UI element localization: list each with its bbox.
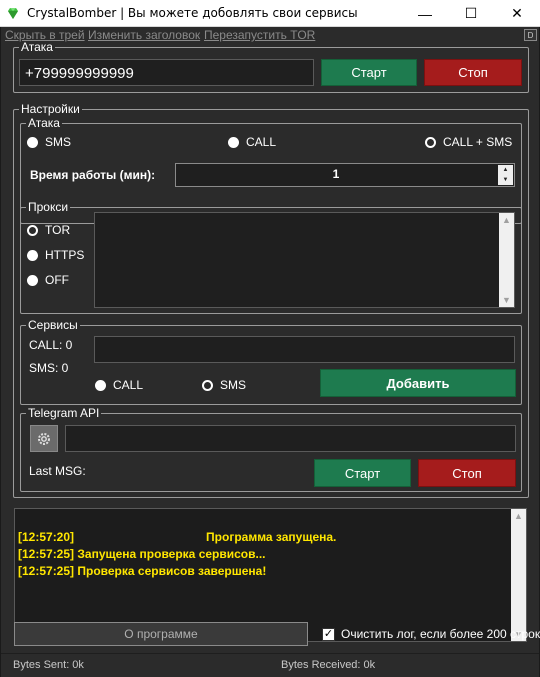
call-count-label: CALL: 0 (29, 338, 73, 352)
maximize-button[interactable]: ☐ (448, 0, 494, 27)
telegram-group-legend: Telegram API (28, 406, 100, 420)
restart-tor-link[interactable]: Перезапустить TOR (204, 28, 315, 42)
work-time-label: Время работы (мин): (30, 168, 156, 182)
sms-count-label: SMS: 0 (29, 361, 69, 375)
radio-off[interactable]: OFF (27, 273, 69, 287)
bytes-sent-status: Bytes Sent: 0k (13, 659, 84, 671)
minimize-button[interactable]: — (402, 0, 448, 27)
log-line: [12:57:20] Программа запущена. (18, 530, 336, 544)
radio-https[interactable]: HTTPS (27, 248, 84, 262)
telegram-stop-button[interactable]: Стоп (418, 459, 516, 487)
spinner-arrows[interactable]: ▲ ▼ (498, 165, 513, 185)
attack-mode-legend: Атака (28, 116, 60, 130)
log-text: Проверка сервисов завершена! (77, 564, 267, 578)
radio-tor[interactable]: TOR (27, 223, 70, 237)
change-title-link[interactable]: Изменить заголовок (88, 28, 200, 42)
service-input[interactable] (94, 336, 515, 363)
radio-sms[interactable]: SMS (27, 135, 71, 149)
radio-dot-icon (27, 274, 38, 286)
scroll-up-icon[interactable]: ▲ (499, 213, 514, 227)
proxy-group-legend: Прокси (28, 200, 69, 214)
log-time: [12:57:20] (18, 530, 75, 544)
main-window: Скрыть в трей Изменить заголовок Перезап… (0, 27, 540, 677)
about-button[interactable]: О программе (14, 622, 308, 646)
radio-call-label: CALL (246, 135, 277, 149)
window-title: CrystalBomber | Вы можете добовлять свои… (27, 6, 358, 20)
add-service-button[interactable]: Добавить (320, 369, 516, 397)
radio-dot-icon (27, 136, 38, 148)
proxy-scrollbar[interactable]: ▲ ▼ (499, 213, 514, 307)
bytes-received-status: Bytes Received: 0k (281, 659, 376, 671)
radio-service-sms[interactable]: SMS (202, 378, 246, 392)
telegram-start-button[interactable]: Старт (314, 459, 411, 487)
radio-service-sms-label: SMS (220, 378, 247, 392)
log-scrollbar[interactable]: ▲ ▼ (511, 509, 526, 641)
attack-start-button[interactable]: Старт (321, 59, 417, 86)
scroll-down-icon[interactable]: ▼ (499, 293, 514, 307)
radio-dot-icon (27, 249, 38, 261)
radio-selected-icon (425, 136, 436, 148)
attack-group-legend: Атака (21, 40, 53, 54)
radio-service-call-label: CALL (113, 378, 144, 392)
last-msg-label: Last MSG: (29, 464, 86, 478)
radio-selected-icon (27, 224, 38, 236)
log-line: [12:57:25] Запущена проверка сервисов... (18, 547, 266, 561)
radio-dot-icon (95, 379, 106, 391)
corner-button[interactable]: D (524, 29, 537, 41)
work-time-value: 1 (332, 167, 340, 181)
scroll-up-icon[interactable]: ▲ (511, 509, 526, 523)
radio-sms-label: SMS (45, 135, 72, 149)
gem-icon (8, 8, 18, 19)
settings-group-legend: Настройки (21, 102, 80, 116)
close-button[interactable]: ✕ (494, 0, 540, 27)
services-group-legend: Сервисы (28, 318, 78, 332)
radio-https-label: HTTPS (45, 248, 85, 262)
attack-stop-button[interactable]: Стоп (424, 59, 522, 86)
telegram-token-input[interactable] (65, 425, 516, 452)
radio-call-sms[interactable]: CALL + SMS (425, 135, 512, 149)
radio-dot-icon (228, 136, 239, 148)
log-line: [12:57:25] Проверка сервисов завершена! (18, 564, 266, 578)
radio-tor-label: TOR (45, 223, 71, 237)
spinner-down-icon[interactable]: ▼ (498, 175, 513, 185)
status-bar: Bytes Sent: 0k Bytes Received: 0k (1, 653, 539, 677)
work-time-spinner[interactable]: 1 ▲ ▼ (175, 163, 515, 187)
log-time: [12:57:25] (18, 547, 75, 561)
radio-call-sms-label: CALL + SMS (443, 135, 513, 149)
clear-log-label: Очистить лог, если более 200 строк (341, 627, 540, 641)
title-bar: CrystalBomber | Вы можете добовлять свои… (0, 0, 540, 27)
radio-selected-icon (202, 379, 213, 391)
radio-off-label: OFF (45, 273, 69, 287)
log-text: Запущена проверка сервисов... (77, 547, 266, 561)
phone-input[interactable]: +799999999999 (19, 59, 314, 86)
spinner-up-icon[interactable]: ▲ (498, 165, 513, 175)
log-text: Программа запущена. (206, 530, 337, 544)
clear-log-checkbox[interactable]: ✓ Очистить лог, если более 200 строк (322, 627, 540, 641)
gear-icon (38, 432, 50, 445)
telegram-settings-button[interactable] (30, 425, 58, 452)
proxy-list-textarea[interactable] (94, 212, 515, 308)
checkmark-icon[interactable]: ✓ (322, 627, 335, 641)
radio-call[interactable]: CALL (228, 135, 276, 149)
log-time: [12:57:25] (18, 564, 75, 578)
radio-service-call[interactable]: CALL (95, 378, 143, 392)
